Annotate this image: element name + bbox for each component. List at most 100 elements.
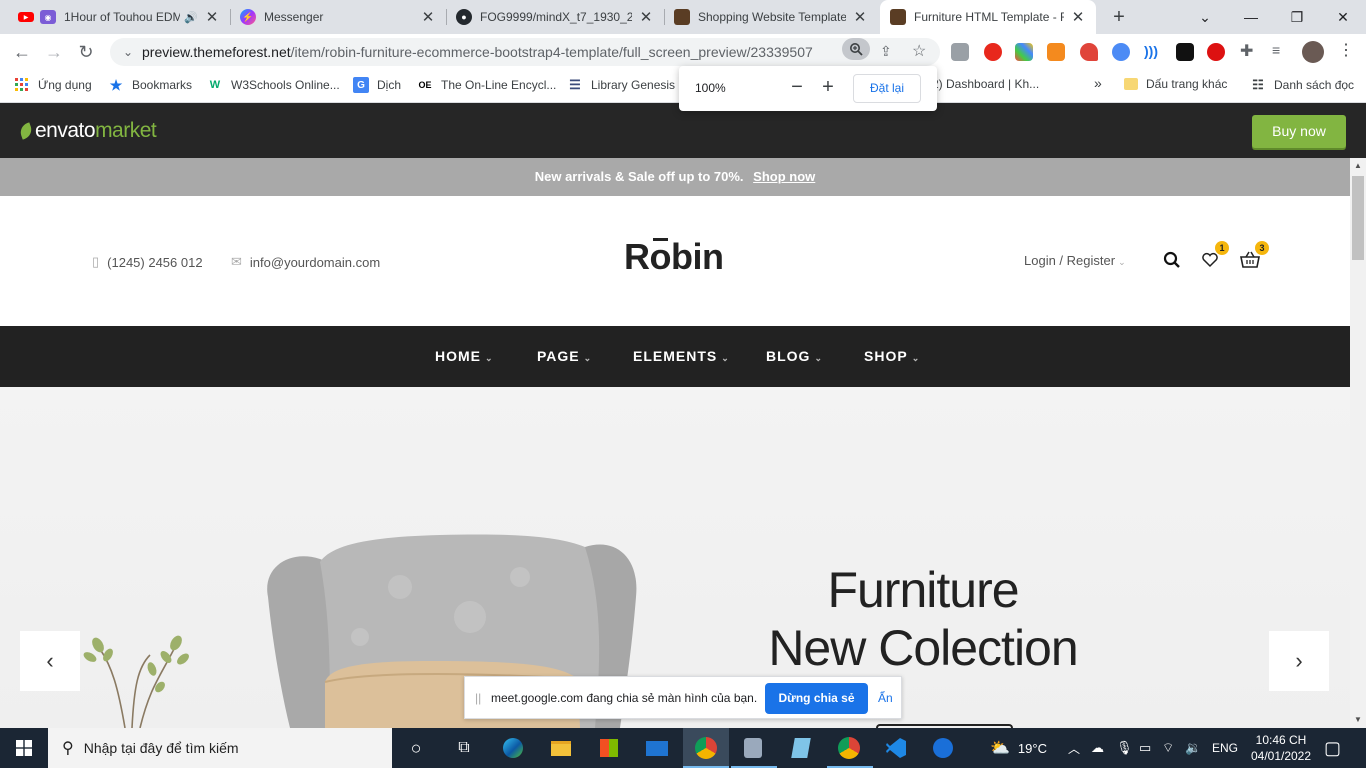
cart-button[interactable]: 3 <box>1238 241 1269 272</box>
zoom-in-button[interactable]: + <box>816 75 840 99</box>
start-button[interactable] <box>0 728 48 768</box>
scroll-up-arrow[interactable]: ▲ <box>1350 158 1366 174</box>
bookmark-library-genesis[interactable]: ☰ Library Genesis <box>567 77 675 93</box>
nav-item-home[interactable]: HOME ⌄ <box>435 348 494 364</box>
tab-messenger[interactable]: ⚡ Messenger ✕ <box>230 0 446 34</box>
minimize-button[interactable]: — <box>1228 0 1274 34</box>
promo-shop-link[interactable]: Shop now <box>753 169 815 184</box>
zoom-reset-button[interactable]: Đặt lại <box>853 74 921 103</box>
bookmark-dashboard[interactable]: 2) Dashboard | Kh... <box>932 77 1039 91</box>
login-register-link[interactable]: Login / Register ⌄ <box>1024 253 1126 268</box>
zoom-out-button[interactable]: − <box>785 75 809 99</box>
extension-colorful-icon[interactable] <box>1015 43 1033 61</box>
battery-icon[interactable]: ▭ <box>1139 728 1151 768</box>
tab-touhou[interactable]: ▶ ◉ 1Hour of Touhou EDM 🔊 ✕ <box>8 0 230 34</box>
tab-github[interactable]: ● FOG9999/mindX_t7_1930_21 ✕ <box>446 0 664 34</box>
app-settings-icon[interactable] <box>739 734 767 762</box>
phone-contact[interactable]: ▯ (1245) 2456 012 <box>92 254 203 270</box>
mail-app-icon[interactable] <box>643 734 671 762</box>
tab-furniture-template[interactable]: Furniture HTML Template - R ✕ <box>880 0 1096 34</box>
nav-item-blog[interactable]: BLOG ⌄ <box>766 348 823 364</box>
notification-icon[interactable]: ▢ <box>1324 728 1341 768</box>
hide-bar-button[interactable]: Ẩn <box>878 691 893 705</box>
buy-now-button[interactable]: Buy now <box>1252 115 1346 148</box>
nav-item-shop[interactable]: SHOP ⌄ <box>864 348 920 364</box>
extension-orange-icon[interactable] <box>1047 43 1065 61</box>
forward-arrow-icon[interactable]: → <box>42 40 66 64</box>
page-scrollbar[interactable]: ▲ ▼ <box>1350 158 1366 728</box>
profile-avatar[interactable] <box>1302 41 1324 63</box>
site-logo[interactable]: Robin <box>624 236 724 278</box>
reload-icon[interactable]: ↻ <box>74 40 98 64</box>
logo-main-text: envato <box>35 119 96 142</box>
bookmark-overflow-chevron[interactable]: » <box>1094 75 1102 91</box>
wishlist-button[interactable]: 1 <box>1198 241 1229 272</box>
nav-item-page[interactable]: PAGE ⌄ <box>537 348 592 364</box>
taskbar-search[interactable]: ⚲ Nhập tại đây để tìm kiếm <box>48 728 392 768</box>
clock[interactable]: 10:46 CH 04/01/2022 <box>1246 732 1316 764</box>
search-icon[interactable] <box>1160 248 1184 272</box>
maps-icon[interactable] <box>929 734 957 762</box>
file-explorer-icon[interactable] <box>547 734 575 762</box>
extension-wave-icon[interactable]: ))) <box>1144 43 1162 61</box>
notepad-icon[interactable] <box>787 734 815 762</box>
drag-handle[interactable]: || <box>475 691 481 705</box>
bookmark-bookmarks[interactable]: ★ Bookmarks <box>108 77 192 93</box>
scroll-down-arrow[interactable]: ▼ <box>1350 712 1366 728</box>
envato-logo[interactable]: envato market <box>17 119 157 143</box>
chrome-profile-icon[interactable] <box>835 734 863 762</box>
bookmark-w3schools[interactable]: W W3Schools Online... <box>207 77 340 93</box>
close-icon[interactable]: ✕ <box>1070 8 1086 26</box>
extension-video-icon[interactable] <box>1207 43 1225 61</box>
wifi-icon[interactable]: ⌔ <box>1162 728 1174 768</box>
tray-chevron-icon[interactable]: ︿ <box>1068 728 1080 768</box>
menu-kebab-icon[interactable]: ⋮ <box>1338 40 1354 60</box>
close-window-button[interactable]: ✕ <box>1320 0 1366 34</box>
task-view-icon[interactable]: ⧉ <box>450 734 478 762</box>
maximize-button[interactable]: ❐ <box>1274 0 1320 34</box>
email-contact[interactable]: ✉ info@yourdomain.com <box>231 254 380 270</box>
extension-search-icon[interactable] <box>1112 43 1130 61</box>
extension-adblock-icon[interactable] <box>984 43 1002 61</box>
share-icon[interactable]: ⇪ <box>880 43 892 60</box>
close-icon[interactable]: ✕ <box>420 8 436 26</box>
store-icon[interactable] <box>595 734 623 762</box>
tab-shopping-templates[interactable]: Shopping Website Templates ✕ <box>664 0 878 34</box>
extension-black-icon[interactable] <box>1176 43 1194 61</box>
bookmark-star-icon[interactable]: ☆ <box>912 41 926 61</box>
close-icon[interactable]: ✕ <box>852 8 868 26</box>
scrollbar-thumb[interactable] <box>1352 176 1364 260</box>
tab-title: Messenger <box>264 10 324 24</box>
chrome-icon[interactable] <box>692 734 720 762</box>
vscode-icon[interactable] <box>882 734 910 762</box>
media-control-icon[interactable]: ≡ <box>1272 42 1280 58</box>
bookmark-oeis[interactable]: OE The On-Line Encycl... <box>417 77 556 93</box>
zoom-icon[interactable] <box>842 38 870 60</box>
bookmark-translate[interactable]: G Dịch <box>353 77 401 93</box>
cortana-icon[interactable]: ○ <box>402 734 430 762</box>
address-bar[interactable]: ⌄ preview.themeforest.net/item/robin-fur… <box>110 38 940 66</box>
weather-widget[interactable]: ⛅ 19°C <box>990 728 1047 768</box>
close-icon[interactable]: ✕ <box>638 8 654 26</box>
site-info-icon[interactable]: ⌄ <box>116 45 140 59</box>
microphone-icon[interactable]: 🎙 <box>1116 728 1133 768</box>
close-icon[interactable]: ✕ <box>204 8 220 26</box>
bookmark-other-folder[interactable]: Dấu trang khác <box>1124 77 1227 91</box>
extension-play-icon[interactable] <box>951 43 969 61</box>
onedrive-icon[interactable]: ☁ <box>1091 728 1104 768</box>
slider-prev-arrow[interactable]: ‹ <box>20 631 80 691</box>
volume-icon[interactable]: 🔉 <box>1185 728 1201 768</box>
slider-next-arrow[interactable]: › <box>1269 631 1329 691</box>
stop-sharing-button[interactable]: Dừng chia sẻ <box>765 683 868 714</box>
reading-list[interactable]: ☷ Danh sách đọc <box>1250 77 1354 93</box>
bookmark-apps[interactable]: Ứng dụng <box>14 77 92 93</box>
speaker-icon[interactable]: 🔊 <box>184 11 198 24</box>
nav-item-elements[interactable]: ELEMENTS ⌄ <box>633 348 730 364</box>
extension-red-icon[interactable] <box>1080 43 1098 61</box>
puzzle-icon[interactable]: ✚ <box>1240 41 1253 61</box>
new-tab-button[interactable]: + <box>1108 6 1130 29</box>
language-indicator[interactable]: ENG <box>1212 728 1238 768</box>
tab-search-icon[interactable]: ⌄ <box>1182 0 1228 34</box>
edge-icon[interactable] <box>499 734 527 762</box>
back-arrow-icon[interactable]: ← <box>10 40 34 64</box>
